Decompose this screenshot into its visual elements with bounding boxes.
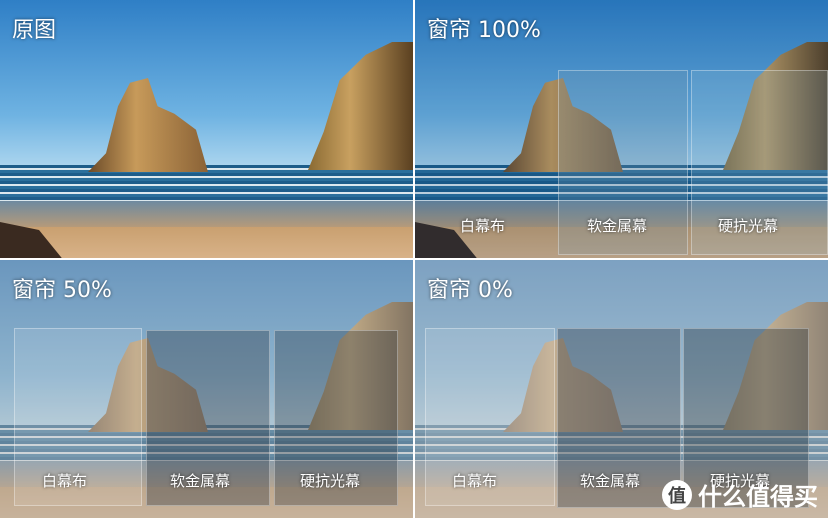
label-metal-screen: 软金属幕 (587, 217, 648, 235)
watermark: 值 什么值得买 (662, 477, 818, 512)
label-alr-screen: 硬抗光幕 (718, 217, 779, 235)
label-alr-screen: 硬抗光幕 (300, 472, 361, 490)
label-white-screen: 白幕布 (460, 217, 506, 235)
watermark-logo-icon: 值 (662, 479, 692, 510)
watermark-text: 什么值得买 (698, 483, 818, 511)
quadrant-title: 窗帘 100% (427, 18, 541, 43)
label-metal-screen: 软金属幕 (580, 472, 641, 490)
comparison-grid: 原图 窗帘 100% 白幕布 软金属幕 硬抗光幕 窗帘 50% 白幕布 软金属幕… (0, 0, 828, 518)
quadrant-title: 窗帘 0% (427, 278, 513, 303)
label-metal-screen: 软金属幕 (170, 472, 231, 490)
label-white-screen: 白幕布 (42, 472, 88, 490)
photo-curtain-50: 窗帘 50% 白幕布 软金属幕 硬抗光幕 (0, 260, 413, 518)
quadrant-title: 原图 (12, 18, 57, 43)
quadrant-title: 窗帘 50% (12, 278, 112, 303)
label-white-screen: 白幕布 (452, 472, 498, 490)
photo-original: 原图 (0, 0, 413, 258)
photo-curtain-100: 窗帘 100% 白幕布 软金属幕 硬抗光幕 (415, 0, 828, 258)
